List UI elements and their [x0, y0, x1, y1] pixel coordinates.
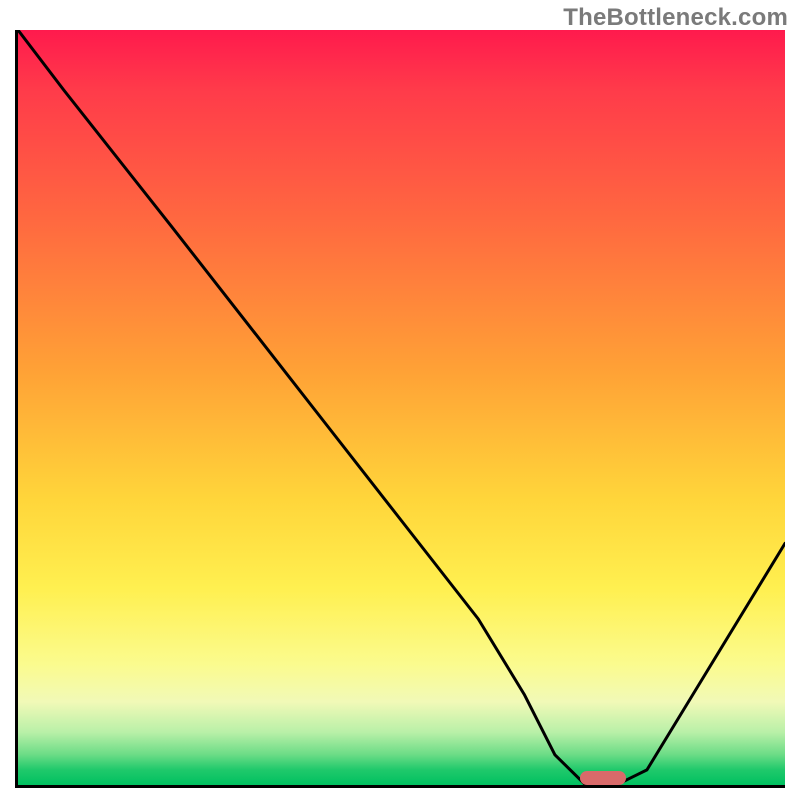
bottleneck-curve	[18, 30, 785, 785]
minimum-marker	[580, 771, 626, 785]
chart-container: TheBottleneck.com	[0, 0, 800, 800]
plot-area	[15, 30, 785, 788]
watermark-text: TheBottleneck.com	[563, 4, 788, 32]
curve-path	[18, 30, 785, 785]
